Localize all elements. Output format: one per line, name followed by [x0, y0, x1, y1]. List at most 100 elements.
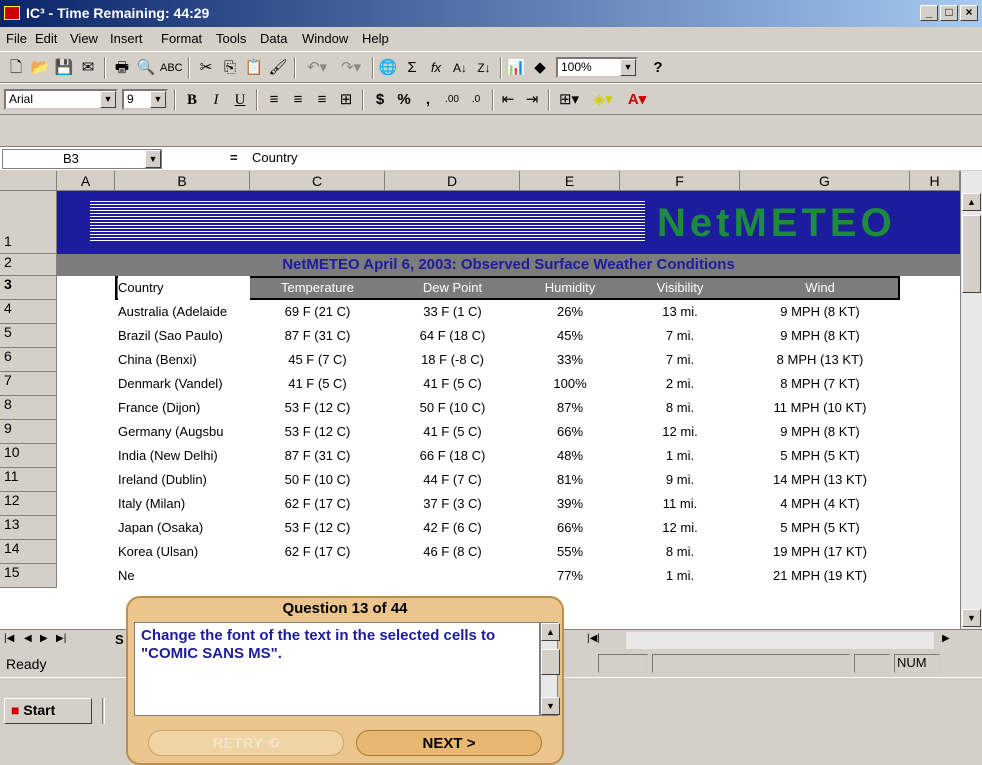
cell-country[interactable]: Germany (Augsbu: [118, 420, 250, 444]
formula-input[interactable]: Country: [252, 150, 298, 165]
menu-format[interactable]: Format: [161, 31, 202, 46]
currency-button[interactable]: $: [370, 89, 390, 111]
cell-temperature[interactable]: 53 F (12 C): [250, 396, 385, 420]
format-painter-icon[interactable]: 🖌: [268, 57, 288, 79]
cell-temperature[interactable]: 53 F (12 C): [250, 516, 385, 540]
decrease-indent-icon[interactable]: ⇤: [498, 89, 518, 111]
row-header-12[interactable]: 12: [0, 492, 57, 516]
row-header-8[interactable]: 8: [0, 396, 57, 420]
undo-icon[interactable]: ↶▾: [302, 57, 332, 79]
maximize-button[interactable]: □: [940, 5, 958, 21]
decrease-decimal-icon[interactable]: .0: [466, 89, 486, 111]
cell-wind[interactable]: 19 MPH (17 KT): [740, 540, 900, 564]
align-center-icon[interactable]: ≡: [288, 89, 308, 111]
sort-ascending-icon[interactable]: A↓: [450, 57, 470, 79]
cell-humidity[interactable]: 66%: [520, 420, 620, 444]
cell-humidity[interactable]: 48%: [520, 444, 620, 468]
cell-wind[interactable]: 8 MPH (7 KT): [740, 372, 900, 396]
cell-temperature[interactable]: 53 F (12 C): [250, 420, 385, 444]
scroll-thumb[interactable]: [541, 649, 560, 675]
header-country[interactable]: Country: [118, 276, 250, 300]
chevron-down-icon[interactable]: ▼: [150, 91, 166, 108]
cell-wind[interactable]: 5 MPH (5 KT): [740, 516, 900, 540]
cell-temperature[interactable]: 45 F (7 C): [250, 348, 385, 372]
cell-visibility[interactable]: 2 mi.: [620, 372, 740, 396]
chart-wizard-icon[interactable]: 📊: [506, 57, 526, 79]
cell-wind[interactable]: 9 MPH (8 KT): [740, 420, 900, 444]
cell-country[interactable]: Ireland (Dublin): [118, 468, 250, 492]
cell-country[interactable]: France (Dijon): [118, 396, 250, 420]
cell-dew-point[interactable]: 46 F (8 C): [385, 540, 520, 564]
row-header-11[interactable]: 11: [0, 468, 57, 492]
cell-temperature[interactable]: 69 F (21 C): [250, 300, 385, 324]
row-header-13[interactable]: 13: [0, 516, 57, 540]
cell-country[interactable]: Australia (Adelaide: [118, 300, 250, 324]
header-wind[interactable]: Wind: [740, 276, 900, 300]
bold-button[interactable]: B: [182, 89, 202, 111]
cell-dew-point[interactable]: 41 F (5 C): [385, 372, 520, 396]
menu-file[interactable]: File: [6, 31, 27, 46]
underline-button[interactable]: U: [230, 89, 250, 111]
cell-country[interactable]: Italy (Milan): [118, 492, 250, 516]
retry-button[interactable]: RETRY ⟲: [148, 730, 344, 756]
name-box[interactable]: B3 ▼: [2, 149, 162, 169]
cell-wind[interactable]: 21 MPH (19 KT): [740, 564, 900, 588]
borders-icon[interactable]: ⊞▾: [554, 89, 584, 111]
chevron-down-icon[interactable]: ▼: [100, 91, 116, 108]
scroll-down-icon[interactable]: ▼: [541, 697, 560, 715]
percent-button[interactable]: %: [394, 89, 414, 111]
cell-visibility[interactable]: 8 mi.: [620, 396, 740, 420]
close-button[interactable]: ×: [960, 5, 978, 21]
row-header-6[interactable]: 6: [0, 348, 57, 372]
new-icon[interactable]: 🗋: [6, 57, 26, 79]
col-header-g[interactable]: G: [740, 171, 910, 191]
hscroll-left-icon[interactable]: |◀|: [587, 633, 600, 644]
header-dew-point[interactable]: Dew Point: [385, 276, 520, 300]
cell-country[interactable]: China (Benxi): [118, 348, 250, 372]
print-icon[interactable]: 🖶: [112, 57, 132, 79]
cell-country[interactable]: Brazil (Sao Paulo): [118, 324, 250, 348]
cell-visibility[interactable]: 1 mi.: [620, 564, 740, 588]
copy-icon[interactable]: ⎘: [220, 57, 240, 79]
cell-dew-point[interactable]: 44 F (7 C): [385, 468, 520, 492]
first-sheet-icon[interactable]: |◀: [4, 633, 14, 644]
row-header-5[interactable]: 5: [0, 324, 57, 348]
next-sheet-icon[interactable]: ▶: [40, 633, 48, 644]
row-header-9[interactable]: 9: [0, 420, 57, 444]
cell-humidity[interactable]: 39%: [520, 492, 620, 516]
cell-visibility[interactable]: 12 mi.: [620, 420, 740, 444]
cell-country[interactable]: Ne: [118, 564, 250, 588]
font-color-icon[interactable]: A▾: [622, 89, 652, 111]
col-header-h[interactable]: H: [910, 171, 960, 191]
scroll-up-icon[interactable]: ▲: [962, 193, 981, 211]
menu-data[interactable]: Data: [260, 31, 287, 46]
align-right-icon[interactable]: ≡: [312, 89, 332, 111]
cell-humidity[interactable]: 26%: [520, 300, 620, 324]
col-header-b[interactable]: B: [115, 171, 250, 191]
hyperlink-icon[interactable]: 🌐: [378, 57, 398, 79]
header-temperature[interactable]: Temperature: [250, 276, 385, 300]
cell-dew-point[interactable]: 66 F (18 C): [385, 444, 520, 468]
cell-humidity[interactable]: 77%: [520, 564, 620, 588]
cell-wind[interactable]: 9 MPH (8 KT): [740, 324, 900, 348]
cell-temperature[interactable]: 62 F (17 C): [250, 492, 385, 516]
cell-humidity[interactable]: 81%: [520, 468, 620, 492]
merge-center-icon[interactable]: ⊞: [336, 89, 356, 111]
cell-humidity[interactable]: 33%: [520, 348, 620, 372]
sort-descending-icon[interactable]: Z↓: [474, 57, 494, 79]
col-header-c[interactable]: C: [250, 171, 385, 191]
cell-temperature[interactable]: 87 F (31 C): [250, 444, 385, 468]
cell-temperature[interactable]: 50 F (10 C): [250, 468, 385, 492]
cell-visibility[interactable]: 7 mi.: [620, 324, 740, 348]
function-icon[interactable]: fx: [426, 57, 446, 79]
menu-window[interactable]: Window: [302, 31, 348, 46]
paste-icon[interactable]: 📋: [244, 57, 264, 79]
select-all-corner[interactable]: [0, 171, 57, 191]
cell-humidity[interactable]: 66%: [520, 516, 620, 540]
menu-view[interactable]: View: [70, 31, 98, 46]
increase-decimal-icon[interactable]: .00: [442, 89, 462, 111]
col-header-f[interactable]: F: [620, 171, 740, 191]
cell-visibility[interactable]: 11 mi.: [620, 492, 740, 516]
row-header-3[interactable]: 3: [0, 276, 57, 300]
row-header-10[interactable]: 10: [0, 444, 57, 468]
